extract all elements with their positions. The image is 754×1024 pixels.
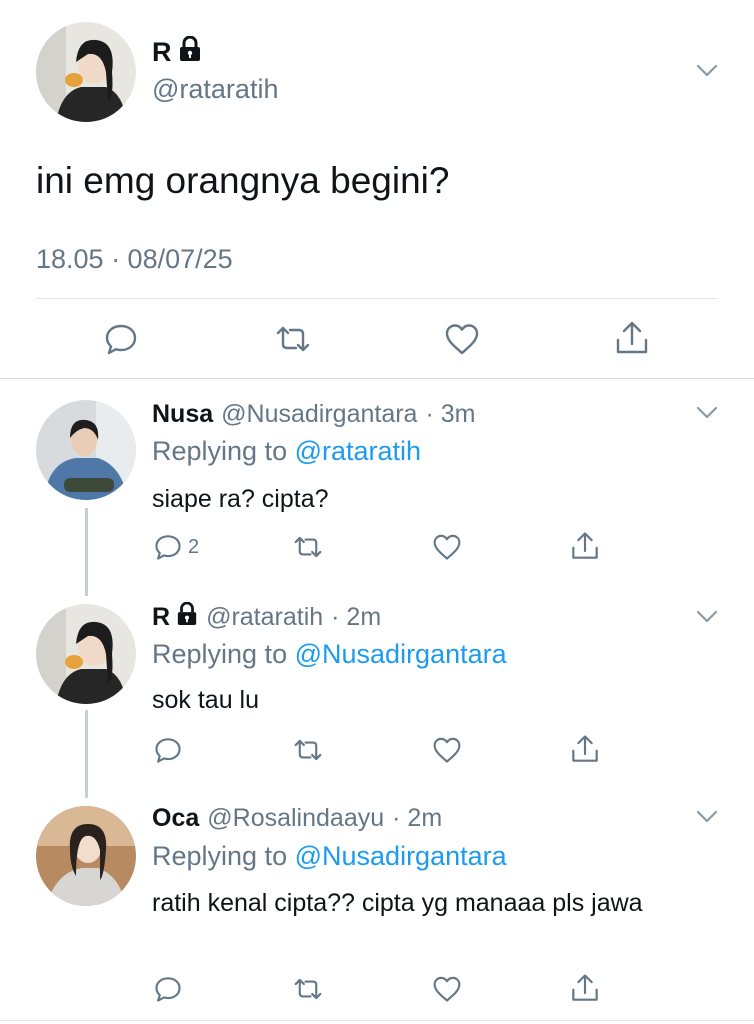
share-button[interactable] [614, 320, 650, 356]
reply-button[interactable] [154, 975, 182, 1003]
divider [0, 1020, 754, 1021]
share-icon [570, 734, 600, 764]
reply-header: R @rataratih · 2m [152, 601, 382, 633]
retweet-icon [292, 736, 324, 764]
replying-to: Replying to @Nusadirgantara [152, 639, 507, 669]
like-icon [432, 533, 462, 561]
chevron-down-icon[interactable] [696, 610, 718, 629]
reply-text: sok tau lu [152, 686, 260, 714]
reply-text: ratih kenal cipta?? cipta yg manaaa pls … [152, 889, 643, 917]
reply-time: · 2m [392, 804, 443, 832]
share-icon [570, 531, 600, 561]
replying-to: Replying to @Nusadirgantara [152, 841, 507, 871]
reply-text: siape ra? cipta? [152, 485, 329, 513]
chevron-down-icon[interactable] [696, 810, 718, 829]
share-button[interactable] [570, 734, 600, 764]
author-name[interactable]: Oca [152, 804, 199, 833]
share-button[interactable] [570, 973, 600, 1003]
like-icon [444, 322, 480, 356]
avatar[interactable] [36, 22, 136, 122]
thread-connector [85, 710, 88, 798]
chevron-down-icon[interactable] [696, 406, 718, 425]
mention-link[interactable]: @Nusadirgantara [295, 639, 507, 669]
avatar[interactable] [36, 400, 136, 500]
reply-header: Nusa @Nusadirgantara · 3m [152, 400, 475, 429]
divider [36, 298, 718, 299]
replying-to: Replying to @rataratih [152, 436, 422, 466]
author-handle[interactable]: @rataratih [206, 603, 323, 632]
like-button[interactable] [444, 322, 480, 356]
reply-button[interactable] [154, 736, 182, 764]
mention-link[interactable]: @Nusadirgantara [295, 841, 507, 871]
reply-icon [154, 533, 182, 561]
thread-connector [85, 508, 88, 596]
retweet-button[interactable] [292, 736, 324, 764]
retweet-icon [292, 533, 324, 561]
retweet-button[interactable] [274, 322, 312, 356]
author-handle[interactable]: @rataratih [152, 74, 278, 105]
author-name[interactable]: R [152, 35, 202, 69]
reply-icon [154, 736, 182, 764]
lock-icon [176, 601, 198, 633]
share-button[interactable] [570, 531, 600, 561]
like-button[interactable] [432, 736, 462, 764]
reply-icon [154, 975, 182, 1003]
author-handle[interactable]: @Rosalindaayu [207, 804, 384, 833]
divider [0, 378, 754, 379]
like-button[interactable] [432, 533, 462, 561]
retweet-button[interactable] [292, 533, 324, 561]
reply-time: · 3m [425, 400, 476, 428]
avatar[interactable] [36, 806, 136, 906]
reply-header: Oca @Rosalindaayu · 2m [152, 804, 442, 833]
retweet-button[interactable] [292, 975, 324, 1003]
reply-button[interactable]: 2 [154, 533, 199, 561]
chevron-down-icon[interactable] [696, 64, 718, 83]
reply-time: · 2m [331, 603, 382, 631]
tweet-timestamp[interactable]: 18.05 · 08/07/25 [36, 244, 233, 275]
like-icon [432, 975, 462, 1003]
like-icon [432, 736, 462, 764]
share-icon [614, 320, 650, 356]
reply-button[interactable] [104, 322, 138, 356]
like-button[interactable] [432, 975, 462, 1003]
reply-count: 2 [188, 535, 200, 558]
tweet-text: ini emg orangnya begini? [36, 160, 450, 201]
author-name[interactable]: R [152, 601, 198, 633]
avatar[interactable] [36, 604, 136, 704]
reply-icon [104, 322, 138, 356]
share-icon [570, 973, 600, 1003]
author-handle[interactable]: @Nusadirgantara [221, 400, 417, 429]
retweet-icon [292, 975, 324, 1003]
mention-link[interactable]: @rataratih [295, 436, 421, 466]
lock-icon [178, 35, 202, 69]
retweet-icon [274, 322, 312, 356]
author-name[interactable]: Nusa [152, 400, 213, 429]
